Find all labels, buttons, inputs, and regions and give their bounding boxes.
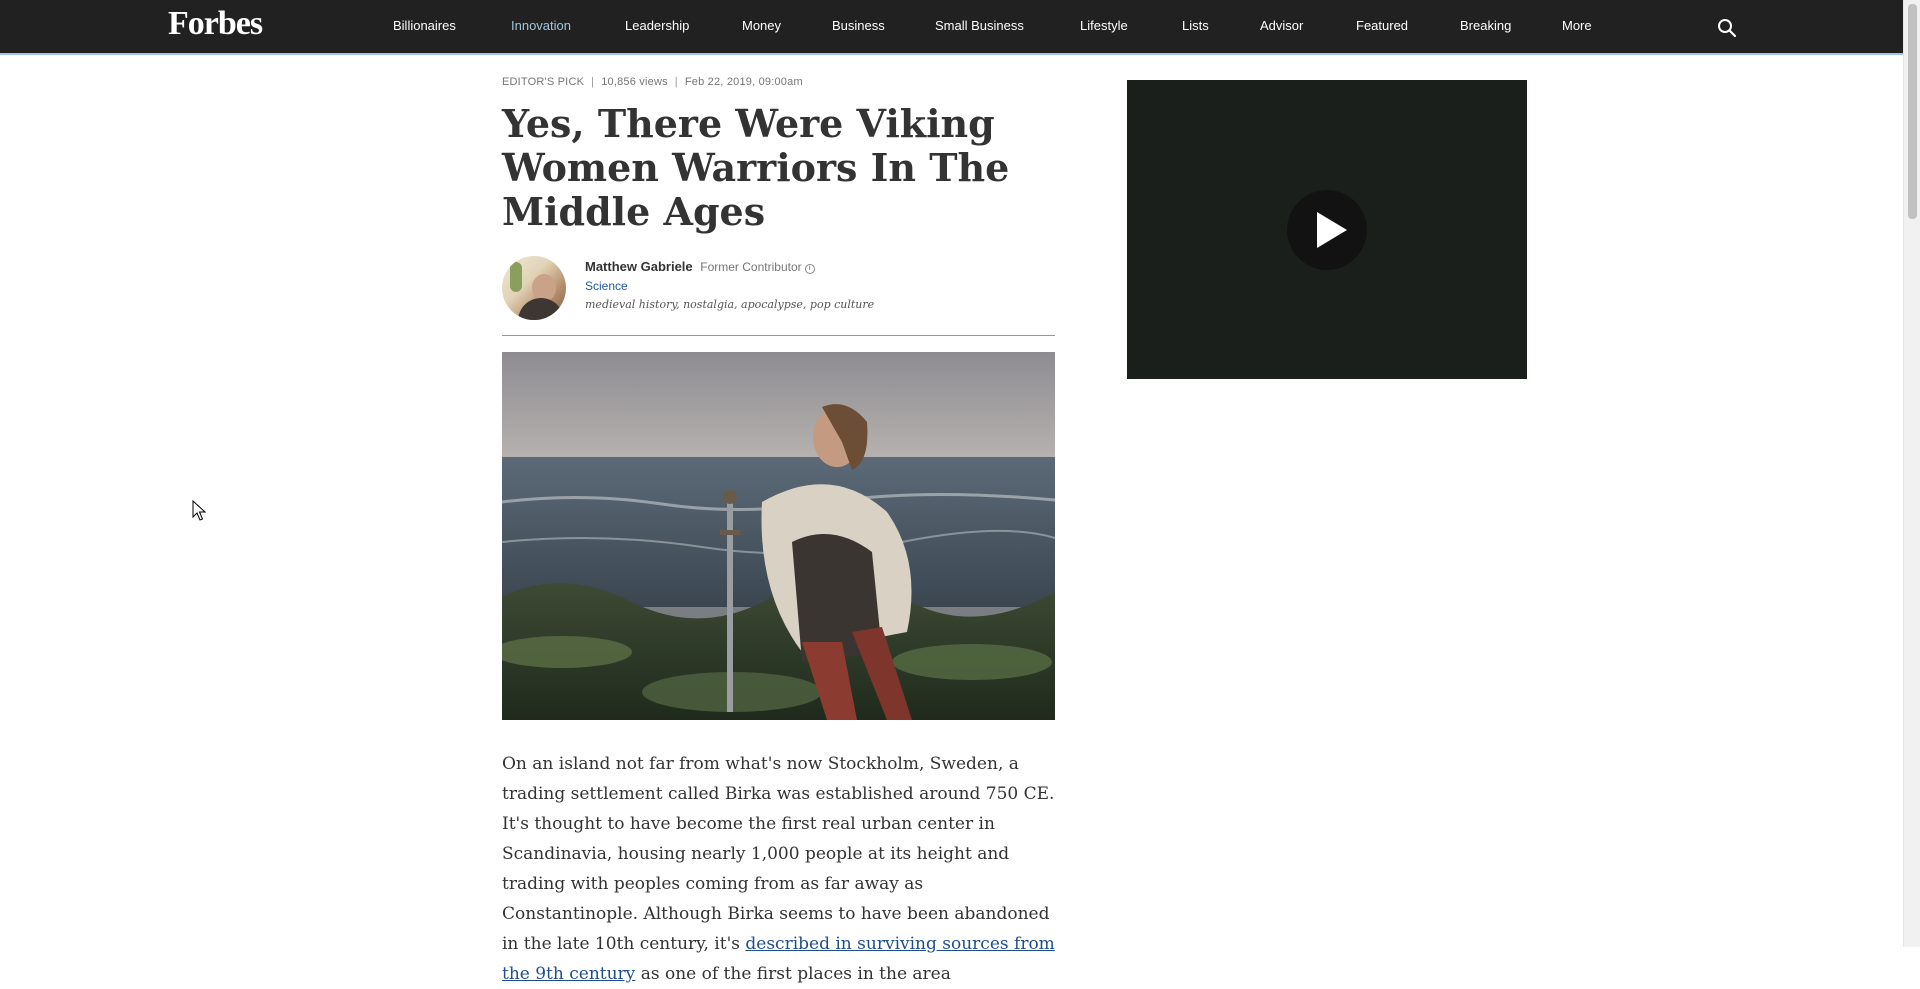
video-player[interactable] [1127, 80, 1527, 379]
article-meta: EDITOR'S PICK | 10,856 views | Feb 22, 2019,… [502, 76, 803, 88]
play-button[interactable] [1287, 190, 1367, 270]
nav-item-business[interactable]: Business [832, 18, 885, 33]
forbes-logo[interactable]: Forbes [168, 5, 263, 43]
meta-divider: | [591, 76, 595, 88]
publish-date: Feb 22, 2019, 09:00am [684, 76, 803, 88]
search-icon[interactable] [1717, 18, 1737, 38]
body-text-before-link: On an island not far from what's now Sto… [502, 754, 1055, 954]
article-headline: Yes, There Were Viking Women Warriors In… [502, 101, 1010, 234]
author-avatar[interactable] [502, 256, 566, 320]
author-byline: Matthew Gabriele Former Contributor i [585, 259, 815, 274]
meta-divider: | [674, 76, 678, 88]
page-scrollbar[interactable] [1903, 0, 1920, 947]
author-tags: medieval history, nostalgia, apocalypse,… [585, 298, 875, 311]
views-count: 10,856 views [601, 76, 668, 88]
hero-image [502, 352, 1055, 720]
nav-item-breaking[interactable]: Breaking [1460, 18, 1511, 33]
body-text-after-link: as one of the first places in the area [635, 964, 951, 984]
author-role: Former Contributor [700, 260, 802, 274]
nav-item-innovation[interactable]: Innovation [511, 18, 571, 33]
top-navigation: Forbes Billionaires Innovation Leadershi… [0, 0, 1904, 55]
editors-pick-label: EDITOR'S PICK [502, 76, 585, 88]
nav-item-small-business[interactable]: Small Business [935, 18, 1024, 33]
section-link[interactable]: Science [585, 279, 628, 293]
nav-item-leadership[interactable]: Leadership [625, 18, 689, 33]
avatar-background-plant [510, 262, 522, 292]
mouse-cursor-icon [192, 500, 206, 521]
nav-item-billionaires[interactable]: Billionaires [393, 18, 456, 33]
author-block: Matthew Gabriele Former Contributor i Sci… [502, 255, 1055, 336]
hero-image-art [502, 352, 1055, 720]
nav-item-more[interactable]: More [1562, 18, 1592, 33]
article-body-paragraph: On an island not far from what's now Sto… [502, 749, 1055, 989]
avatar-body [518, 298, 564, 320]
scrollbar-thumb[interactable] [1908, 4, 1917, 219]
nav-item-lifestyle[interactable]: Lifestyle [1080, 18, 1128, 33]
info-icon[interactable]: i [804, 264, 815, 274]
nav-item-advisor[interactable]: Advisor [1260, 18, 1303, 33]
nav-item-featured[interactable]: Featured [1356, 18, 1408, 33]
nav-item-money[interactable]: Money [742, 18, 781, 33]
author-name[interactable]: Matthew Gabriele [585, 259, 693, 274]
play-icon [1317, 212, 1347, 248]
nav-item-lists[interactable]: Lists [1182, 18, 1209, 33]
